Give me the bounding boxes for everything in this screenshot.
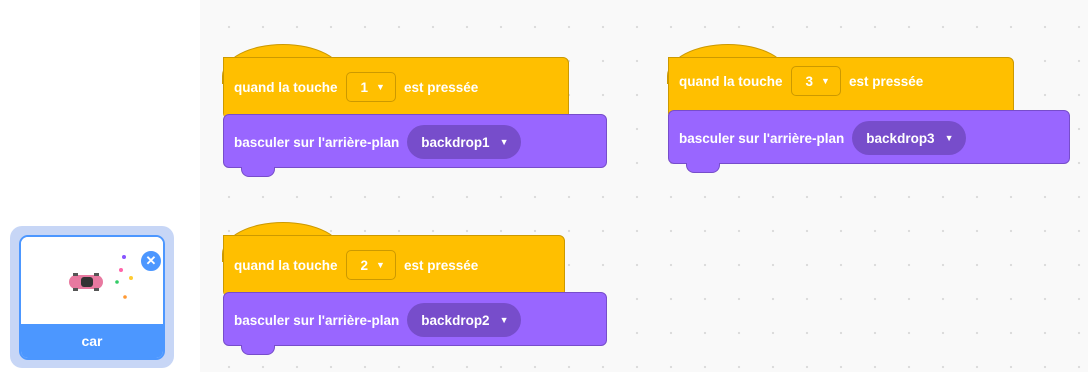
key-value: 1: [360, 79, 369, 95]
action-text: basculer sur l'arrière-plan: [679, 130, 845, 146]
key-dropdown[interactable]: 2 ▼: [345, 250, 396, 280]
key-value: 3: [805, 73, 814, 89]
chevron-down-icon: ▼: [376, 259, 385, 270]
switch-backdrop-block[interactable]: basculer sur l'arrière-plan backdrop2 ▼: [223, 292, 607, 346]
sprite-tile-car[interactable]: car ✕: [10, 226, 174, 368]
switch-backdrop-block[interactable]: basculer sur l'arrière-plan backdrop3 ▼: [668, 110, 1070, 164]
chevron-down-icon: ▼: [376, 81, 385, 92]
block-notch: [241, 345, 275, 355]
chevron-down-icon: ▼: [499, 136, 509, 147]
backdrop-dropdown[interactable]: backdrop3 ▼: [852, 121, 966, 155]
when-key-pressed-block[interactable]: quand la touche 1 ▼ est pressée: [223, 57, 569, 122]
sprite-name-label: car: [21, 324, 163, 358]
hat-prefix-text: quand la touche: [234, 79, 338, 95]
action-text: basculer sur l'arrière-plan: [234, 312, 400, 328]
backdrop-dropdown[interactable]: backdrop1 ▼: [407, 125, 521, 159]
key-dropdown[interactable]: 3 ▼: [790, 66, 841, 96]
key-dropdown[interactable]: 1 ▼: [345, 72, 396, 102]
switch-backdrop-block[interactable]: basculer sur l'arrière-plan backdrop1 ▼: [223, 114, 607, 168]
backdrop-value: backdrop1: [421, 134, 490, 150]
hat-prefix-text: quand la touche: [679, 73, 783, 89]
hat-suffix-text: est pressée: [848, 73, 924, 89]
chevron-down-icon: ▼: [821, 75, 830, 86]
car-icon: [69, 255, 133, 299]
backdrop-dropdown[interactable]: backdrop2 ▼: [407, 303, 521, 337]
hat-suffix-text: est pressée: [403, 257, 479, 273]
key-value: 2: [360, 257, 369, 273]
block-notch: [241, 167, 275, 177]
close-icon[interactable]: ✕: [139, 249, 163, 273]
backdrop-value: backdrop2: [421, 312, 490, 328]
backdrop-value: backdrop3: [866, 130, 935, 146]
hat-suffix-text: est pressée: [403, 79, 479, 95]
when-key-pressed-block[interactable]: quand la touche 2 ▼ est pressée: [223, 235, 565, 300]
hat-prefix-text: quand la touche: [234, 257, 338, 273]
block-notch: [686, 163, 720, 173]
chevron-down-icon: ▼: [499, 314, 509, 325]
action-text: basculer sur l'arrière-plan: [234, 134, 400, 150]
sprite-thumbnail: [21, 237, 163, 324]
chevron-down-icon: ▼: [944, 132, 954, 143]
